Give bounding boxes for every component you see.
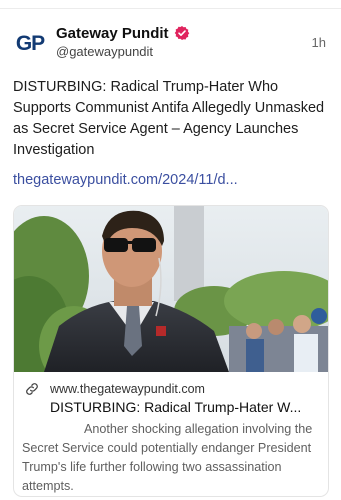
timestamp: 1h — [311, 35, 326, 50]
card-domain-row: www.thegatewaypundit.com — [24, 381, 205, 397]
verified-badge-icon — [174, 26, 189, 40]
divider — [0, 8, 341, 9]
post[interactable]: GP Gateway Pundit @gatewaypundit 1h DIST… — [0, 0, 341, 500]
display-name[interactable]: Gateway Pundit — [56, 25, 169, 42]
preview-image — [14, 206, 328, 372]
avatar[interactable]: GP — [10, 24, 50, 64]
link-icon — [26, 383, 38, 395]
author-name-row[interactable]: Gateway Pundit — [56, 23, 190, 43]
card-title[interactable]: DISTURBING: Radical Trump-Hater W... — [50, 399, 318, 415]
post-link[interactable]: thegatewaypundit.com/2024/11/d... — [13, 172, 331, 188]
card-description: Another shocking allegation involving th… — [22, 420, 322, 496]
handle[interactable]: @gatewaypundit — [56, 44, 153, 59]
card-description-text: Another shocking allegation involving th… — [22, 422, 313, 493]
avatar-logo-text: GP — [15, 32, 45, 55]
link-preview-card[interactable]: www.thegatewaypundit.com DISTURBING: Rad… — [13, 205, 329, 497]
post-text: DISTURBING: Radical Trump-Hater Who Supp… — [13, 79, 325, 158]
card-domain: www.thegatewaypundit.com — [50, 382, 205, 396]
